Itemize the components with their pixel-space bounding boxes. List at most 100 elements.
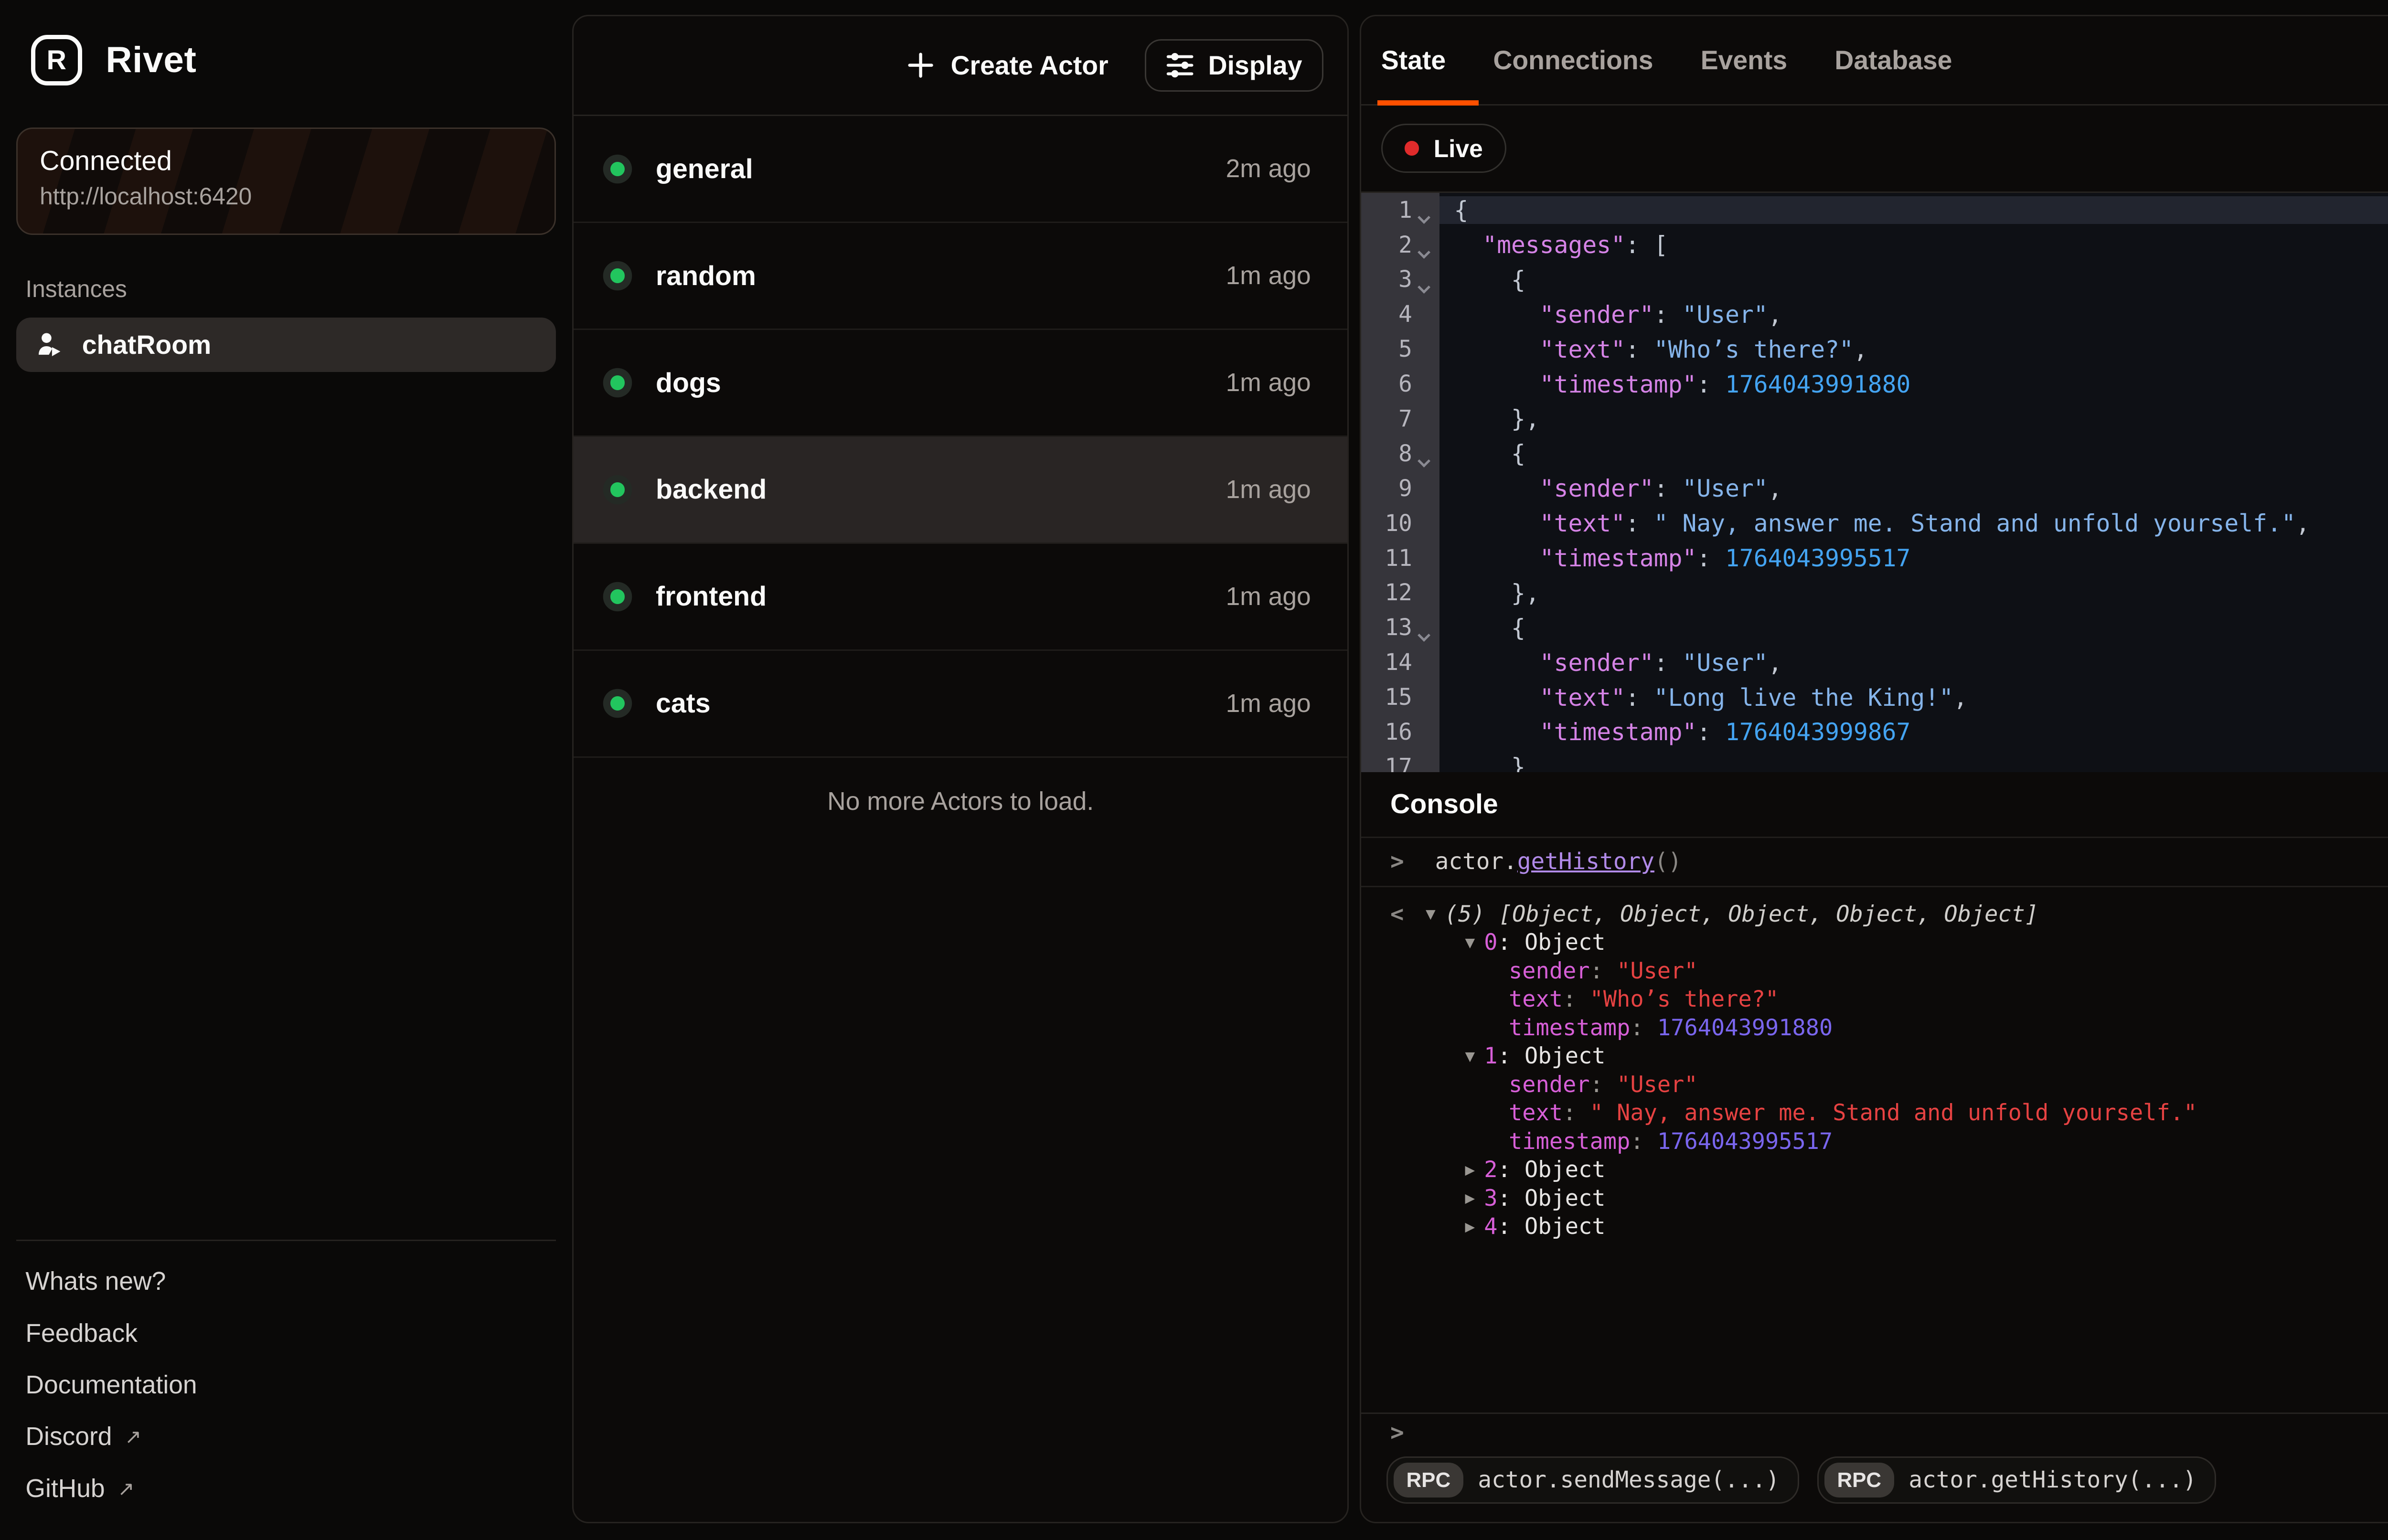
- actors-empty-message: No more Actors to load.: [574, 758, 1347, 816]
- code-line: 1{: [1361, 193, 2388, 228]
- actor-row-frontend[interactable]: frontend1m ago: [574, 544, 1347, 651]
- console-header[interactable]: Console: [1361, 772, 2388, 838]
- line-number: 14: [1361, 649, 1412, 676]
- tab-connections[interactable]: Connections: [1493, 16, 1653, 104]
- create-actor-button[interactable]: Create Actor: [907, 50, 1109, 81]
- sidebar-link-documentation[interactable]: Documentation: [25, 1359, 546, 1411]
- code-line: 13 {: [1361, 610, 2388, 645]
- console-tree-item[interactable]: ▶4: Object: [1361, 1212, 2388, 1241]
- code-content: "sender": "User",: [1439, 301, 2388, 329]
- rpc-button-actor-sendmessage-[interactable]: RPCactor.sendMessage(...): [1386, 1456, 1799, 1504]
- editor-gutter[interactable]: 4: [1361, 297, 1439, 332]
- plus-icon: [907, 52, 934, 79]
- inspector-tabbar: StateConnectionsEventsDatabase Running: [1361, 16, 2388, 106]
- code-content: "text": "Who’s there?",: [1439, 336, 2388, 363]
- fold-toggle-icon[interactable]: [1412, 436, 1436, 471]
- tree-expand-icon[interactable]: ▶: [1465, 1217, 1475, 1236]
- editor-gutter[interactable]: 5: [1361, 332, 1439, 367]
- tree-expand-icon[interactable]: ▼: [1465, 933, 1475, 952]
- sidebar-link-discord[interactable]: Discord↗: [25, 1411, 546, 1463]
- console-input-row[interactable]: >: [1361, 1413, 2388, 1451]
- sidebar-link-github[interactable]: GitHub↗: [25, 1463, 546, 1514]
- actor-row-random[interactable]: random1m ago: [574, 223, 1347, 330]
- tree-expand-icon[interactable]: ▼: [1426, 904, 1436, 924]
- echo-paren: (): [1654, 849, 1682, 875]
- tree-expand-icon[interactable]: ▼: [1465, 1047, 1475, 1066]
- fold-toggle-icon[interactable]: [1412, 193, 1436, 228]
- editor-gutter[interactable]: 16: [1361, 715, 1439, 750]
- code-line: 3 {: [1361, 262, 2388, 297]
- tree-expand-icon[interactable]: ▶: [1465, 1160, 1475, 1179]
- editor-gutter[interactable]: 8: [1361, 436, 1439, 471]
- sidebar-item-chatroom[interactable]: chatRoom: [16, 318, 556, 372]
- code-content: "sender": "User",: [1439, 649, 2388, 677]
- line-number: 16: [1361, 719, 1412, 745]
- sidebar-link-whatsnew[interactable]: Whats new?: [25, 1255, 546, 1307]
- code-content: },: [1439, 579, 2388, 607]
- tab-database[interactable]: Database: [1834, 16, 1952, 104]
- editor-gutter[interactable]: 9: [1361, 471, 1439, 506]
- code-line: 9 "sender": "User",: [1361, 471, 2388, 506]
- sidebar-link-feedback[interactable]: Feedback: [25, 1307, 546, 1359]
- code-content: "timestamp": 1764043991880: [1439, 371, 2388, 398]
- code-line: 2 "messages": [: [1361, 228, 2388, 263]
- brand-title: Rivet: [106, 39, 196, 81]
- actor-row-backend[interactable]: backend1m ago: [574, 437, 1347, 544]
- console-tree-item[interactable]: ▼0: Object: [1361, 928, 2388, 957]
- status-dot-icon: [610, 482, 625, 497]
- editor-gutter[interactable]: 13: [1361, 610, 1439, 645]
- connection-status: Connected: [40, 145, 533, 177]
- fold-spacer: [1412, 541, 1436, 576]
- editor-gutter[interactable]: 7: [1361, 402, 1439, 436]
- rpc-badge: RPC: [1394, 1463, 1463, 1498]
- code-line: 17 }: [1361, 750, 2388, 772]
- state-json-editor[interactable]: 1{2 "messages": [3 {4 "sender": "User",5…: [1361, 193, 2388, 773]
- rpc-button-actor-gethistory-[interactable]: RPCactor.getHistory(...): [1817, 1456, 2216, 1504]
- editor-gutter[interactable]: 3: [1361, 262, 1439, 297]
- editor-gutter[interactable]: 15: [1361, 680, 1439, 715]
- editor-gutter[interactable]: 6: [1361, 367, 1439, 402]
- console-tree-item[interactable]: ▶3: Object: [1361, 1184, 2388, 1213]
- code-content: "timestamp": 1764043999867: [1439, 718, 2388, 746]
- brand-row: R Rivet: [31, 35, 556, 86]
- tree-expand-icon[interactable]: ▶: [1465, 1189, 1475, 1208]
- tab-state[interactable]: State: [1381, 16, 1446, 104]
- return-value-icon: <: [1390, 901, 1404, 927]
- actor-name: dogs: [656, 367, 721, 399]
- line-number: 4: [1361, 301, 1412, 328]
- editor-gutter[interactable]: 12: [1361, 575, 1439, 610]
- tab-events[interactable]: Events: [1701, 16, 1787, 104]
- fold-spacer: [1412, 506, 1436, 541]
- fold-toggle-icon[interactable]: [1412, 262, 1436, 297]
- console-title: Console: [1390, 788, 1498, 820]
- prompt-icon: >: [1390, 849, 1404, 875]
- actor-users-icon: [35, 330, 64, 359]
- editor-gutter[interactable]: 10: [1361, 506, 1439, 541]
- actor-row-cats[interactable]: cats1m ago: [574, 651, 1347, 758]
- editor-gutter[interactable]: 2: [1361, 228, 1439, 263]
- code-line: 4 "sender": "User",: [1361, 297, 2388, 332]
- actor-row-dogs[interactable]: dogs1m ago: [574, 330, 1347, 437]
- code-content: }: [1439, 753, 2388, 772]
- code-line: 8 {: [1361, 436, 2388, 471]
- console-tree-property: text: " Nay, answer me. Stand and unfold…: [1361, 1099, 2388, 1127]
- external-link-icon: ↗: [117, 1477, 134, 1500]
- display-button[interactable]: Display: [1145, 39, 1324, 92]
- console-input-echo: > actor.getHistory(): [1361, 838, 2388, 887]
- rpc-badge: RPC: [1824, 1463, 1894, 1498]
- sidebar-footer: Whats new?FeedbackDocumentationDiscord↗G…: [16, 1240, 556, 1540]
- fold-toggle-icon[interactable]: [1412, 228, 1436, 263]
- code-line: 11 "timestamp": 1764043995517: [1361, 541, 2388, 576]
- editor-gutter[interactable]: 17: [1361, 750, 1439, 772]
- editor-gutter[interactable]: 14: [1361, 645, 1439, 680]
- fold-toggle-icon[interactable]: [1412, 610, 1436, 645]
- editor-gutter[interactable]: 11: [1361, 541, 1439, 576]
- actor-time: 1m ago: [1226, 689, 1311, 718]
- editor-gutter[interactable]: 1: [1361, 193, 1439, 228]
- console-tree-item[interactable]: ▼1: Object: [1361, 1042, 2388, 1071]
- status-dot-icon: [610, 589, 625, 604]
- console-tree-item[interactable]: ▶2: Object: [1361, 1156, 2388, 1184]
- actor-name: backend: [656, 474, 767, 505]
- actor-row-general[interactable]: general2m ago: [574, 116, 1347, 223]
- code-content: "sender": "User",: [1439, 475, 2388, 502]
